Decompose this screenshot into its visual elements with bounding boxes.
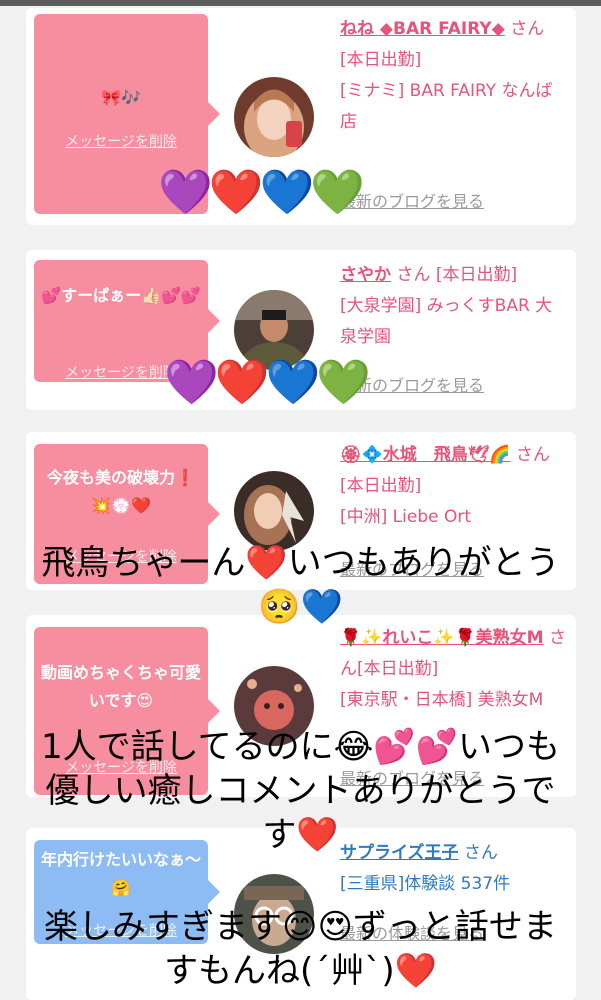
cast-name-link[interactable]: ねね ◆BAR FAIRY◆ [340, 19, 505, 39]
shop-name[interactable]: [大泉学園] みっくすBAR 大泉学園 [340, 296, 552, 347]
cast-info: さやか さん [本日出勤] [大泉学園] みっくすBAR 大泉学園 [340, 260, 566, 353]
shop-name[interactable]: [東京駅・日本橋] 美熟女M [340, 690, 543, 710]
heart-stickers: 💜❤️💙💚 [158, 167, 365, 218]
cast-name-link[interactable]: さやか [340, 265, 391, 285]
message-text: 💕すーぱぁー👍🏻💕💕 [41, 286, 201, 305]
shop-name[interactable]: [中洲] Liebe Ort [340, 507, 471, 527]
cast-name-link[interactable]: 🌹✨れいこ✨🌹美熟女M [340, 628, 544, 648]
work-status: [本日出勤] [435, 265, 518, 285]
honorific: さん [396, 265, 431, 285]
avatar[interactable] [234, 76, 314, 157]
shop-name[interactable]: [三重県]体験談 537件 [340, 874, 510, 894]
caption-line: 飛鳥ちゃーん❤️いつもありがとう [41, 543, 560, 583]
caption-line: すもんね(´艸`)❤️ [164, 951, 437, 991]
caption-line: す❤️ [262, 815, 339, 855]
cast-name-link[interactable]: 🏵💠水城 飛鳥🕊🌈 [340, 445, 511, 465]
shop-name[interactable]: [ミナミ] BAR FAIRY なんば店 [340, 81, 553, 132]
honorific: さん [510, 19, 545, 39]
message-card: 動画めちゃくちゃ可愛いです😍 メッセージを削除 🌹✨れいこ✨🌹美熟女M さん[本… [26, 615, 576, 797]
blog-link[interactable]: 最新のブログを見る [340, 188, 484, 212]
cast-info: ねね ◆BAR FAIRY◆ さん [本日出勤] [ミナミ] BAR FAIRY … [340, 14, 566, 138]
message-text: 今夜も美の破壊力❗️💥💮❤️ [47, 468, 195, 515]
top-status-strip [0, 0, 601, 6]
caption-line: 楽しみすぎます😊😍ずっと話せま [44, 907, 557, 947]
honorific: さん [515, 445, 550, 465]
message-bubble: 動画めちゃくちゃ可愛いです😍 メッセージを削除 [34, 627, 220, 795]
message-text: 動画めちゃくちゃ可愛いです😍 [40, 663, 201, 710]
heart-stickers: 💜❤️💙💚 [164, 357, 371, 408]
message-text: 🎀🎶 [101, 88, 141, 107]
caption-line: 1人で話してるのに😂💕💕いつも [40, 727, 560, 767]
delete-message-link[interactable]: メッセージを削除 [34, 133, 208, 151]
work-status: [本日出勤] [340, 476, 422, 496]
work-status: [本日出勤] [340, 50, 422, 70]
cast-info: 🏵💠水城 飛鳥🕊🌈 さん [本日出勤] [中洲] Liebe Ort [340, 440, 566, 533]
caption-line: 優しい癒しコメントありがとうで [45, 771, 556, 811]
work-status: [本日出勤] [357, 659, 439, 679]
avatar[interactable] [234, 471, 314, 551]
caption-line: 🥺💙 [258, 587, 343, 627]
message-text: 年内行けたいいなぁ〜🤗 [40, 850, 201, 897]
cast-info: 🌹✨れいこ✨🌹美熟女M さん[本日出勤] [東京駅・日本橋] 美熟女M [340, 623, 566, 716]
